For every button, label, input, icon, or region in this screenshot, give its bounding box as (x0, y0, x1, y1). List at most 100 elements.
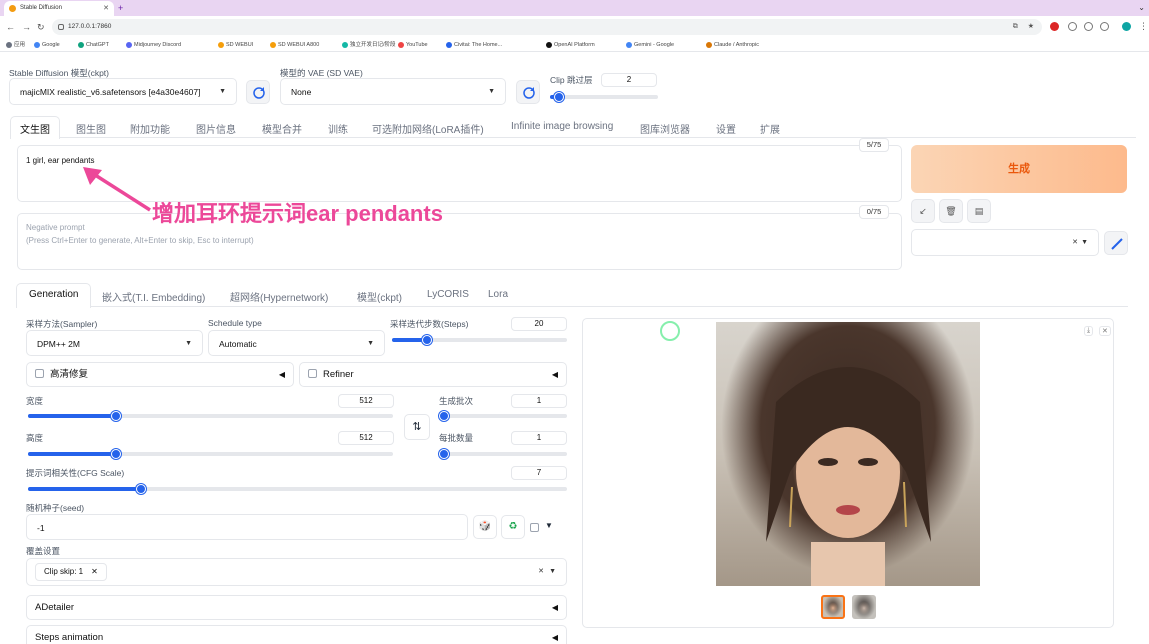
bookmark-item[interactable]: SD WEBUI A800 (270, 41, 319, 49)
tab-main-3[interactable]: 图片信息 (196, 121, 236, 136)
tab-main-1[interactable]: 图生图 (76, 121, 106, 136)
refiner-checkbox[interactable] (308, 369, 317, 378)
schedule-select[interactable]: Automatic ▼ (208, 330, 385, 356)
bookmark-item[interactable]: Midjourney Discord (126, 41, 181, 49)
negative-prompt-input[interactable]: Negative prompt (Press Ctrl+Enter to gen… (17, 213, 902, 270)
back-icon[interactable]: ← (6, 20, 15, 34)
extension-icon[interactable] (1084, 22, 1093, 31)
override-chip[interactable]: Clip skip: 1 ✕ (35, 563, 107, 581)
address-bar[interactable]: 127.0.0.1:7860 ⧉ ★ (52, 19, 1042, 35)
close-icon[interactable]: ✕ (1099, 326, 1111, 336)
tab-generation-0[interactable]: Generation (16, 283, 92, 308)
bookmark-item[interactable]: Claude / Anthropic (706, 41, 759, 49)
clear-icon[interactable]: ✕ (1072, 230, 1078, 255)
batch-size-input[interactable]: 1 (511, 431, 567, 445)
steps-input[interactable]: 20 (511, 317, 567, 331)
tab-main-5[interactable]: 训练 (328, 121, 348, 136)
cfg-slider[interactable] (28, 484, 567, 494)
tab-main-0[interactable]: 文生图 (10, 116, 60, 139)
steps-animation-accordion[interactable]: Steps animation ◀ (26, 625, 567, 644)
download-icon[interactable]: ⤓ (1084, 326, 1094, 336)
tab-main-2[interactable]: 附加功能 (130, 121, 170, 136)
hires-fix-checkbox[interactable] (35, 369, 44, 378)
remove-chip-icon[interactable]: ✕ (91, 567, 98, 576)
clear-icon[interactable]: ✕ (538, 559, 544, 585)
refiner-accordion[interactable]: Refiner ◀ (299, 362, 567, 387)
tab-generation-2[interactable]: 超网络(Hypernetwork) (230, 289, 328, 304)
styles-select[interactable]: ✕ ▼ (911, 229, 1099, 256)
reuse-seed-button[interactable]: ♻ (501, 515, 525, 539)
generated-image[interactable] (716, 322, 980, 586)
styles-button[interactable]: ▤ (967, 199, 991, 223)
batch-count-slider[interactable] (438, 411, 567, 421)
override-settings-select[interactable]: ✕ ▼ (26, 558, 567, 586)
batch-count-input[interactable]: 1 (511, 394, 567, 408)
width-input[interactable]: 512 (338, 394, 394, 408)
tab-generation-5[interactable]: Lora (488, 289, 508, 300)
browser-tab[interactable]: Stable Diffusion ✕ (4, 1, 114, 16)
clip-skip-input[interactable]: 2 (601, 73, 657, 87)
hires-fix-accordion[interactable]: 高清修复 ◀ (26, 362, 294, 387)
tab-main-6[interactable]: 可选附加网络(LoRA插件) (372, 121, 484, 136)
bookmark-item[interactable]: Gemini - Google (626, 41, 674, 49)
site-info-icon[interactable] (58, 24, 64, 30)
slider-handle[interactable] (136, 484, 147, 494)
refresh-model-button[interactable] (246, 80, 270, 104)
slider-handle[interactable] (438, 449, 449, 459)
batch-size-slider[interactable] (438, 449, 567, 459)
height-input[interactable]: 512 (338, 431, 394, 445)
bookmark-item[interactable]: 独立开发日记/阶段 (342, 41, 396, 49)
slider-handle[interactable] (110, 449, 121, 459)
new-tab-icon[interactable]: + (118, 1, 123, 15)
tab-main-10[interactable]: 扩展 (760, 121, 780, 136)
width-slider[interactable] (28, 411, 393, 421)
bookmark-item[interactable]: OpenAI Platform (546, 41, 595, 49)
read-params-button[interactable]: ↙ (911, 199, 935, 223)
gallery-thumbnail[interactable] (821, 595, 845, 619)
close-tab-icon[interactable]: ✕ (103, 1, 109, 16)
bookmark-item[interactable]: ChatGPT (78, 41, 109, 49)
tab-generation-1[interactable]: 嵌入式(T.I. Embedding) (102, 289, 205, 304)
gallery-thumbnail[interactable] (852, 595, 876, 619)
generate-button[interactable]: 生成 (911, 145, 1127, 193)
profile-avatar-icon[interactable] (1122, 22, 1131, 31)
steps-slider[interactable] (392, 335, 567, 345)
adetailer-accordion[interactable]: ADetailer ◀ (26, 595, 567, 620)
random-seed-button[interactable]: 🎲 (473, 515, 497, 539)
bookmark-item[interactable]: YouTube (398, 41, 428, 49)
slider-handle[interactable] (110, 411, 121, 421)
model-select[interactable]: majicMIX realistic_v6.safetensors [e4a30… (9, 78, 237, 105)
tab-generation-4[interactable]: LyCORIS (427, 289, 469, 300)
extension-icon[interactable] (1068, 22, 1077, 31)
tab-search-icon[interactable]: ⌄ (1138, 1, 1145, 15)
tab-main-9[interactable]: 设置 (716, 121, 736, 136)
extra-seed-checkbox[interactable] (530, 523, 539, 532)
extra-seed-toggle-icon[interactable]: ▼ (545, 521, 553, 530)
bookmark-item[interactable]: Google (34, 41, 60, 49)
extension-icon[interactable] (1050, 22, 1059, 31)
refresh-vae-button[interactable] (516, 80, 540, 104)
vae-select[interactable]: None ▼ (280, 78, 506, 105)
menu-icon[interactable]: ⋮ (1139, 19, 1148, 33)
clear-prompt-button[interactable]: 🗑 (939, 199, 963, 223)
edit-styles-button[interactable] (1104, 231, 1128, 255)
slider-handle[interactable] (553, 92, 564, 102)
seed-input[interactable]: -1 (26, 514, 468, 540)
omnibox-action-icons[interactable]: ⧉ ★ (1013, 19, 1038, 35)
forward-icon[interactable]: → (22, 20, 31, 34)
tab-main-4[interactable]: 模型合并 (262, 121, 302, 136)
bookmark-item[interactable]: SD WEBUI (218, 41, 253, 49)
slider-handle[interactable] (422, 335, 432, 345)
bookmark-item[interactable]: Civitai: The Home... (446, 41, 502, 49)
tab-main-7[interactable]: Infinite image browsing (511, 121, 613, 132)
extension-icon[interactable] (1100, 22, 1109, 31)
swap-dimensions-button[interactable]: ⇅ (404, 414, 430, 440)
tab-main-8[interactable]: 图库浏览器 (640, 121, 690, 136)
bookmark-item[interactable]: 应用 (6, 41, 25, 49)
tab-generation-3[interactable]: 模型(ckpt) (357, 289, 402, 304)
reload-icon[interactable]: ↻ (37, 20, 45, 34)
cfg-input[interactable]: 7 (511, 466, 567, 480)
clip-skip-slider[interactable] (550, 92, 658, 102)
slider-handle[interactable] (438, 411, 449, 421)
sampler-select[interactable]: DPM++ 2M ▼ (26, 330, 203, 356)
